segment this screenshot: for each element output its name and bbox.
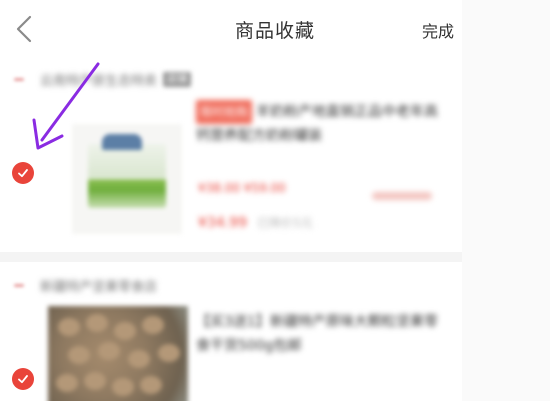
store-name: 云南特产原生态特卖 <box>40 73 158 89</box>
product-title[interactable]: 【买3送1】新疆特产原味大颗粒坚果零食干货500g包邮 <box>196 310 446 358</box>
price-info: ¥38.00 ¥59.00 <box>198 181 286 195</box>
favorite-item[interactable]: 新疆特产坚果零食店 【买3送1】新疆特产原味大颗粒坚果零食干货500g包邮 <box>0 252 462 401</box>
product-image[interactable] <box>48 306 188 401</box>
price-value: ¥34.99 <box>198 215 247 231</box>
select-checkbox[interactable] <box>12 162 34 184</box>
price-decoration <box>372 192 432 200</box>
favorites-list: 云南特产原生态特卖 店铺 限时抢购 羊奶粉产地直销正品中老年高钙营养配方奶粉罐装 … <box>0 56 462 401</box>
product-image[interactable] <box>72 124 182 234</box>
product-title[interactable]: 限时抢购 羊奶粉产地直销正品中老年高钙营养配方奶粉罐装 <box>196 100 446 148</box>
done-button[interactable]: 完成 <box>422 18 454 42</box>
checkmark-icon <box>18 375 28 384</box>
store-icon <box>14 283 24 287</box>
favorite-item[interactable]: 云南特产原生态特卖 店铺 限时抢购 羊奶粉产地直销正品中老年高钙营养配方奶粉罐装 … <box>0 56 462 252</box>
current-price: ¥34.99 已降价5元 <box>198 214 313 231</box>
store-header[interactable]: 新疆特产坚果零食店 <box>14 276 158 295</box>
checkmark-icon <box>18 169 28 178</box>
store-name: 新疆特产坚果零食店 <box>40 279 158 295</box>
select-checkbox[interactable] <box>12 368 34 390</box>
store-header[interactable]: 云南特产原生态特卖 店铺 <box>14 70 192 89</box>
side-background <box>462 0 550 401</box>
promo-tag: 限时抢购 <box>196 100 253 124</box>
store-tag: 店铺 <box>163 71 192 87</box>
store-icon <box>14 77 24 81</box>
price-note: 已降价5元 <box>257 216 313 230</box>
